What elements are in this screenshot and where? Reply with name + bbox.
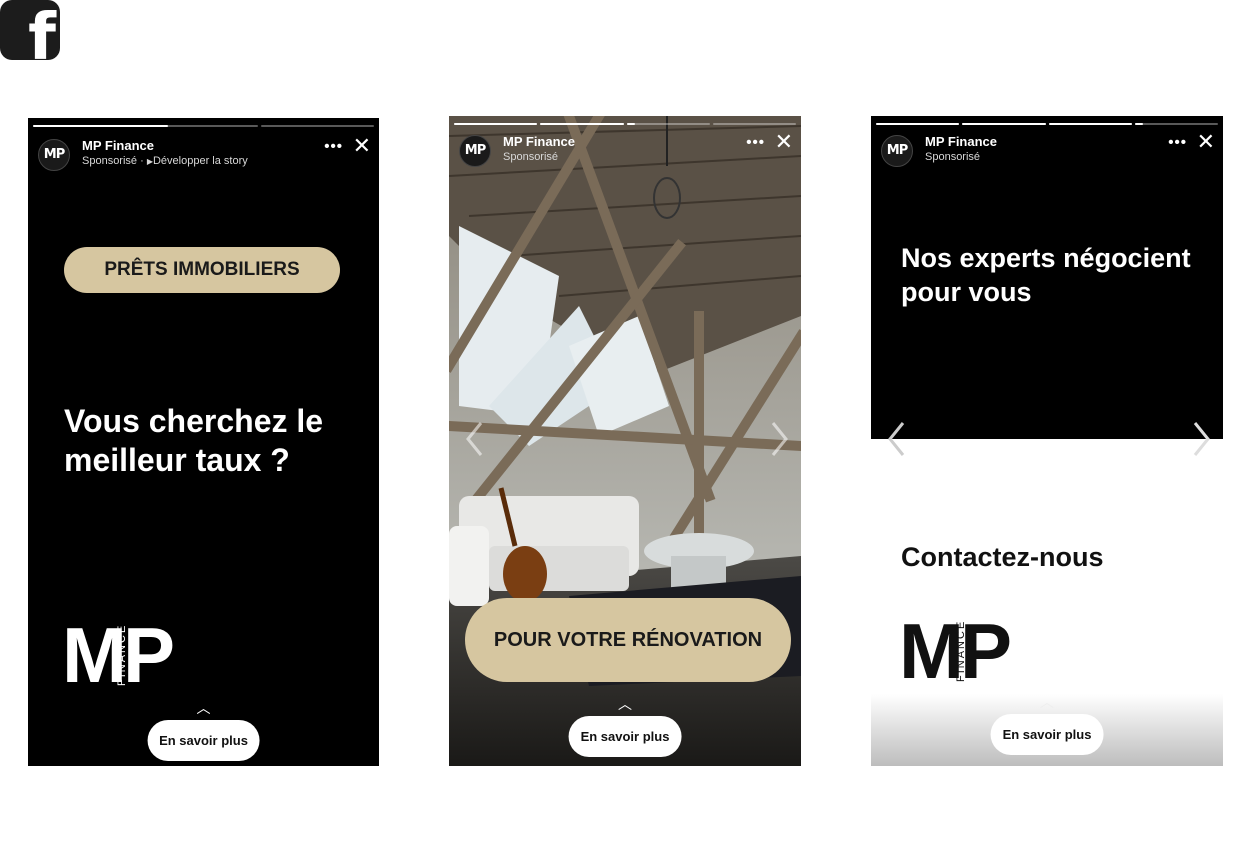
avatar[interactable]: MP — [881, 135, 913, 167]
more-dots-icon[interactable]: ••• — [1168, 134, 1187, 151]
progress-segment — [540, 123, 624, 125]
contact-heading: Contactez-nous — [901, 542, 1104, 572]
progress-segment — [33, 125, 259, 127]
story-progress — [33, 125, 374, 127]
progress-segment — [876, 123, 960, 125]
learn-more-button[interactable]: En savoir plus — [990, 714, 1104, 755]
chevron-up-icon: ︿ — [1040, 695, 1054, 711]
expand-story-link[interactable]: ▶Développer la story — [147, 155, 248, 167]
close-icon[interactable]: ✕ — [1197, 132, 1215, 154]
story-card-2[interactable]: MP MP Finance Sponsorisé ••• ✕ POUR VOTR… — [449, 116, 801, 766]
tag-label: POUR VOTRE RÉNOVATION — [465, 598, 791, 682]
more-dots-icon[interactable]: ••• — [746, 134, 765, 151]
next-arrow-icon[interactable] — [769, 421, 789, 457]
story-header: MP MP Finance Sponsorisé · ▶Développer l… — [38, 136, 371, 172]
progress-segment — [1134, 123, 1218, 125]
learn-more-button[interactable]: En savoir plus — [147, 720, 260, 761]
sponsored-line: Sponsorisé · ▶Développer la story — [82, 155, 248, 167]
more-dots-icon[interactable]: ••• — [324, 138, 343, 155]
mp-finance-logo: MP FINANCE — [62, 611, 175, 699]
progress-segment — [454, 123, 538, 125]
tag-label: PRÊTS IMMOBILIERS — [64, 247, 340, 293]
avatar[interactable]: MP — [459, 135, 491, 167]
headline: Nos experts négocient pour vous — [901, 243, 1191, 307]
account-name[interactable]: MP Finance — [503, 134, 575, 149]
sponsored-label: Sponsorisé · — [82, 155, 144, 167]
previous-arrow-icon[interactable] — [465, 421, 485, 457]
progress-segment — [626, 123, 710, 125]
facebook-icon: f — [0, 0, 60, 70]
progress-segment — [1048, 123, 1132, 125]
account-name[interactable]: MP Finance — [925, 134, 997, 149]
close-icon[interactable]: ✕ — [775, 132, 793, 154]
story-progress — [454, 123, 796, 125]
story-header: MP MP Finance Sponsorisé ••• ✕ — [881, 132, 1215, 168]
previous-arrow-icon[interactable] — [887, 421, 907, 457]
story-header: MP MP Finance Sponsorisé ••• ✕ — [459, 132, 793, 168]
story-card-3[interactable]: MP MP Finance Sponsorisé ••• ✕ Nos exper… — [871, 116, 1223, 766]
close-icon[interactable]: ✕ — [353, 136, 371, 158]
next-arrow-icon[interactable] — [1191, 421, 1211, 457]
chevron-up-icon: ︿ — [618, 697, 632, 713]
progress-segment — [962, 123, 1046, 125]
story-progress — [876, 123, 1218, 125]
avatar[interactable]: MP — [38, 139, 70, 171]
expand-story-label: Développer la story — [152, 155, 248, 167]
chevron-up-icon: ︿ — [196, 701, 211, 717]
progress-segment — [712, 123, 796, 125]
progress-segment — [261, 125, 374, 127]
account-name[interactable]: MP Finance — [82, 138, 154, 153]
sponsored-label: Sponsorisé — [925, 151, 981, 163]
sponsored-label: Sponsorisé — [503, 151, 559, 163]
learn-more-button[interactable]: En savoir plus — [568, 716, 682, 757]
story-card-1[interactable]: MP MP Finance Sponsorisé · ▶Développer l… — [28, 118, 379, 766]
headline: Vous cherchez le meilleur taux ? — [64, 403, 324, 478]
mp-finance-logo: MP FINANCE — [899, 607, 1012, 695]
